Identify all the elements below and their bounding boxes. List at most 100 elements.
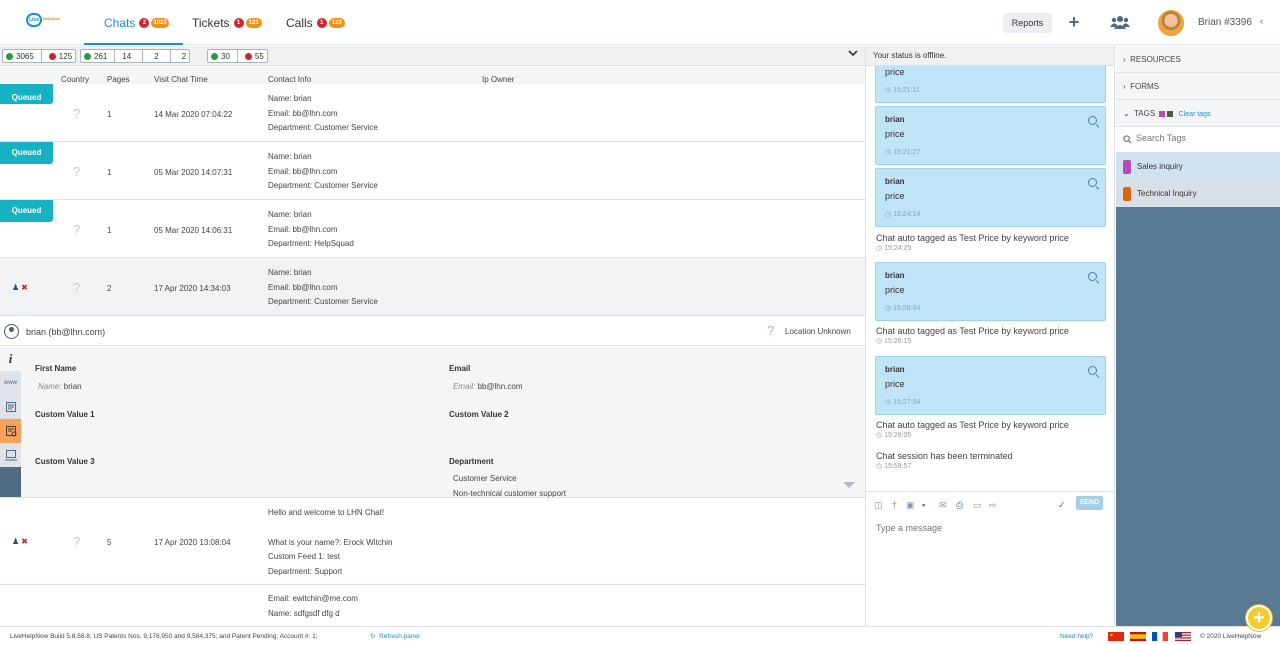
- user-menu-caret-icon[interactable]: ‹: [1260, 16, 1263, 26]
- link-icon[interactable]: ◫: [874, 500, 883, 511]
- search-icon[interactable]: [1088, 366, 1097, 375]
- form-tab-icon[interactable]: [0, 419, 21, 443]
- tab-tickets[interactable]: Tickets 1 123: [192, 0, 262, 45]
- info-tab-icon[interactable]: i: [0, 347, 21, 371]
- pages-cell: 1: [107, 110, 112, 119]
- reports-button[interactable]: Reports: [1003, 13, 1052, 33]
- message-time-text: 15:26:04: [893, 305, 921, 312]
- france-flag-icon[interactable]: [1152, 632, 1168, 641]
- avatar[interactable]: [1158, 10, 1184, 36]
- top-header: Live HelpNow Chats 2 1023 Tickets 1 123 …: [0, 0, 1280, 45]
- resources-section[interactable]: › RESOURCES: [1116, 46, 1280, 73]
- need-help-link[interactable]: Need help?: [1060, 633, 1093, 640]
- email-value: Email: bb@lhn.com: [453, 382, 523, 391]
- custom-value-1-label: Custom Value 1: [35, 410, 95, 419]
- col-visit-time[interactable]: Visit Chat Time: [154, 75, 208, 84]
- counter-group-2[interactable]: 261 14 2 2: [80, 49, 191, 63]
- notes-tab-icon[interactable]: [0, 395, 21, 419]
- tag-color-swatch: [1123, 187, 1131, 201]
- table-row[interactable]: Queued ? 1 14 Mar 2020 07:04:22 Name: br…: [0, 84, 865, 142]
- app-logo[interactable]: Live HelpNow: [26, 11, 68, 31]
- tags-section[interactable]: ⌄ TAGS Clear tags: [1116, 100, 1280, 127]
- floating-add-button[interactable]: +: [1246, 605, 1272, 631]
- counter-group-3[interactable]: 30 55: [207, 49, 268, 63]
- counter-value: 2: [181, 51, 187, 61]
- contact-department: Department: Support: [268, 567, 343, 577]
- contact-department: Department: HelpSquad: [268, 239, 354, 248]
- contact-department: Department: Customer Service: [268, 123, 378, 132]
- tag-item-sales-inquiry[interactable]: Sales inquiry: [1116, 153, 1280, 180]
- tag-item-technical-inquiry[interactable]: Technical Inquiry: [1116, 180, 1280, 207]
- col-contact-info[interactable]: Contact Info: [268, 75, 311, 84]
- contact-greeting: Hello and welcome to LHN Chat!: [268, 508, 385, 517]
- department-dropdown-icon[interactable]: [843, 482, 855, 488]
- visitor-detail-body: i www First Name Name: brian Email Email…: [0, 347, 865, 498]
- chat-message: price ◷ 15:21:11: [875, 66, 1106, 103]
- table-row[interactable]: ♟ ✖ ? 2 17 Apr 2020 14:34:03 Name: brian …: [0, 258, 865, 316]
- counter-value: 55: [254, 51, 264, 61]
- visitor-detail-header: brian (bb@lhn.com) ? Location Unknown: [0, 318, 865, 346]
- table-row[interactable]: Queued ? 1 05 Mar 2020 14:06:31 Name: br…: [0, 200, 865, 258]
- chat-transcript[interactable]: price ◷ 15:21:11 brian price ◷ 15:21:27 …: [866, 66, 1114, 476]
- refresh-icon: ↻: [370, 633, 376, 640]
- chevron-down-icon: ⌄: [1123, 109, 1130, 118]
- search-icon[interactable]: [1088, 178, 1097, 187]
- col-pages[interactable]: Pages: [107, 75, 130, 84]
- chevron-down-icon[interactable]: [848, 49, 858, 60]
- tab-calls[interactable]: Calls 1 123: [286, 0, 345, 45]
- table-row[interactable]: Email: ewitchin@me.com Name: sdfgsdf dfg…: [0, 586, 865, 626]
- tags-label: TAGS: [1134, 109, 1156, 118]
- spain-flag-icon[interactable]: [1130, 632, 1146, 641]
- send-button[interactable]: SEND: [1076, 496, 1103, 510]
- tag-label: Sales inquiry: [1137, 162, 1183, 171]
- tag-search-input[interactable]: [1136, 133, 1271, 143]
- screen-icon[interactable]: ▭: [973, 500, 982, 511]
- contact-info-cell: Name: brian Email: bb@lhn.com Department…: [268, 208, 354, 252]
- table-row[interactable]: ♟ ✖ ? 5 17 Apr 2020 13:08:04 Hello and we…: [0, 497, 865, 585]
- transfer-icon[interactable]: ⇨: [989, 500, 997, 511]
- chevron-right-icon: ›: [1123, 82, 1126, 91]
- message-text: price: [885, 379, 905, 389]
- counter-group-1[interactable]: 3065 125: [2, 49, 77, 63]
- www-tab-icon[interactable]: www: [0, 371, 21, 395]
- canned-message-icon[interactable]: ▣: [906, 500, 915, 511]
- search-icon[interactable]: [1088, 116, 1097, 125]
- message-input[interactable]: [876, 523, 1106, 533]
- system-time-text: 15:28:05: [884, 432, 912, 439]
- tab-chats[interactable]: Chats 2 1023: [84, 0, 183, 45]
- footer: LiveHelpNow Build 5.8.58.8; US Patents N…: [0, 626, 1280, 645]
- divider: [114, 50, 116, 62]
- user-name[interactable]: Brian #3396: [1198, 17, 1252, 28]
- tag-color-swatch: [1123, 160, 1131, 174]
- contact-email: Email: bb@lhn.com: [268, 108, 338, 118]
- contact-email: Email: ewitchin@me.com: [268, 594, 358, 603]
- plus-icon[interactable]: +: [1066, 12, 1082, 32]
- paperclip-icon[interactable]: †: [892, 500, 897, 510]
- contact-info-cell: Name: brian Email: bb@lhn.com Department…: [268, 266, 378, 310]
- message-text: price: [885, 285, 905, 295]
- print-icon[interactable]: ⎙: [956, 500, 963, 511]
- email-icon[interactable]: ✉: [939, 500, 947, 511]
- clear-tags-link[interactable]: Clear tags: [1179, 111, 1211, 118]
- china-flag-icon[interactable]: [1108, 632, 1124, 641]
- col-country[interactable]: Country: [61, 75, 89, 84]
- red-dot-icon: [48, 52, 56, 60]
- chat-bubble-icon[interactable]: ▪: [922, 500, 925, 510]
- thumbs-down-icon[interactable]: ✖: [21, 537, 28, 546]
- calls-red-badge: 1: [316, 17, 327, 28]
- usa-flag-icon[interactable]: [1175, 632, 1191, 641]
- col-ip-owner[interactable]: Ip Owner: [482, 75, 514, 84]
- forms-section[interactable]: › FORMS: [1116, 73, 1280, 100]
- users-icon[interactable]: [1110, 14, 1130, 30]
- person-icon: ♟: [12, 537, 20, 546]
- thumbs-down-icon[interactable]: ✖: [21, 283, 28, 292]
- refresh-panel-link[interactable]: ↻ Refresh panel: [370, 632, 420, 640]
- computer-tab-icon[interactable]: [0, 443, 21, 467]
- visit-time-cell: 05 Mar 2020 14:07:31: [154, 168, 233, 177]
- message-author: brian: [885, 365, 905, 374]
- table-row[interactable]: Queued ? 1 05 Mar 2020 14:07:31 Name: br…: [0, 142, 865, 200]
- department-value-1[interactable]: Customer Service: [453, 474, 517, 483]
- calls-orange-badge: 123: [328, 17, 345, 28]
- search-icon[interactable]: [1088, 272, 1097, 281]
- spellcheck-icon[interactable]: ✓: [1058, 500, 1066, 511]
